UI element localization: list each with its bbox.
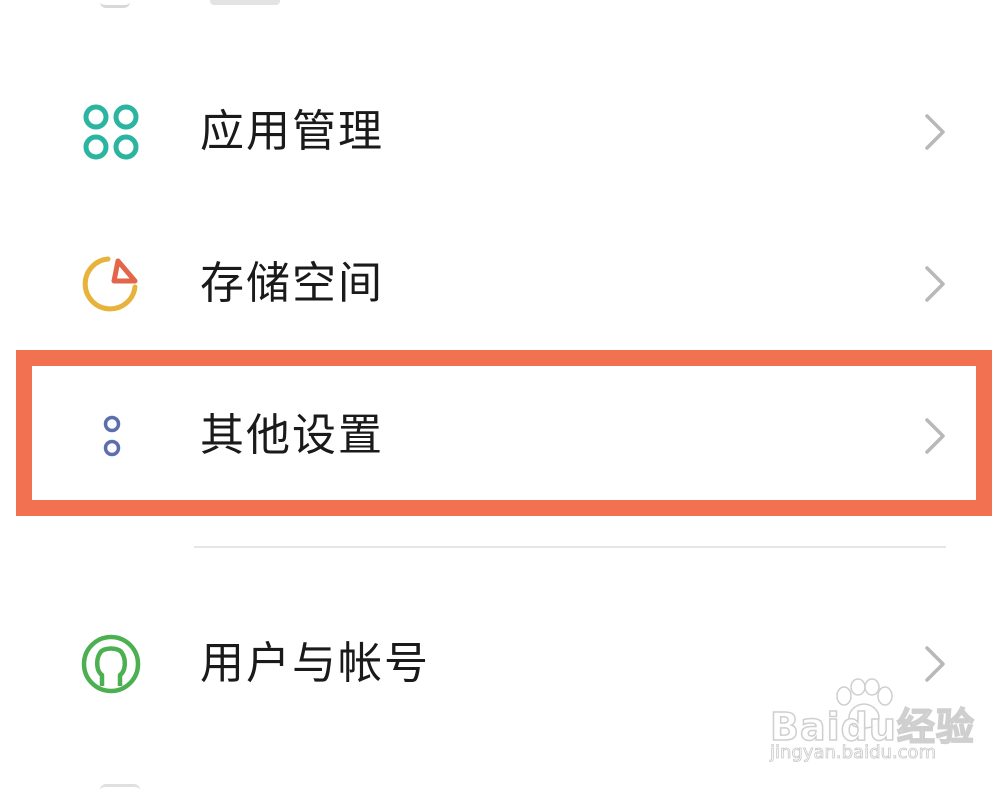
settings-item-label: 用户与帐号 (200, 638, 430, 689)
partial-row-below (100, 784, 140, 793)
settings-item-storage[interactable]: 存储空间 (0, 224, 1002, 344)
partial-row-above (0, 0, 1002, 8)
settings-item-label: 应用管理 (200, 106, 384, 157)
chevron-right-icon (918, 644, 952, 684)
section-divider (194, 546, 946, 548)
settings-item-other-settings[interactable]: 其他设置 (0, 376, 1002, 496)
settings-item-label: 存储空间 (200, 258, 384, 309)
settings-item-user-accounts[interactable]: 用户与帐号 (0, 604, 1002, 724)
partial-label-fragment (210, 0, 280, 5)
settings-item-app-management[interactable]: 应用管理 (0, 72, 1002, 192)
partial-icon-fragment (100, 0, 130, 8)
chevron-right-icon (918, 416, 952, 456)
watermark-url: jingyan.baidu.com (770, 742, 937, 764)
app-management-icon (78, 99, 144, 165)
chevron-right-icon (918, 264, 952, 304)
user-account-icon (78, 631, 144, 697)
settings-item-label: 其他设置 (200, 410, 384, 461)
storage-icon (78, 251, 144, 317)
settings-list: 应用管理 存储空间 其他设置 用户与帐号 Baidu经验 jingyan.bai… (0, 0, 1002, 790)
other-settings-icon (78, 403, 144, 469)
chevron-right-icon (918, 112, 952, 152)
